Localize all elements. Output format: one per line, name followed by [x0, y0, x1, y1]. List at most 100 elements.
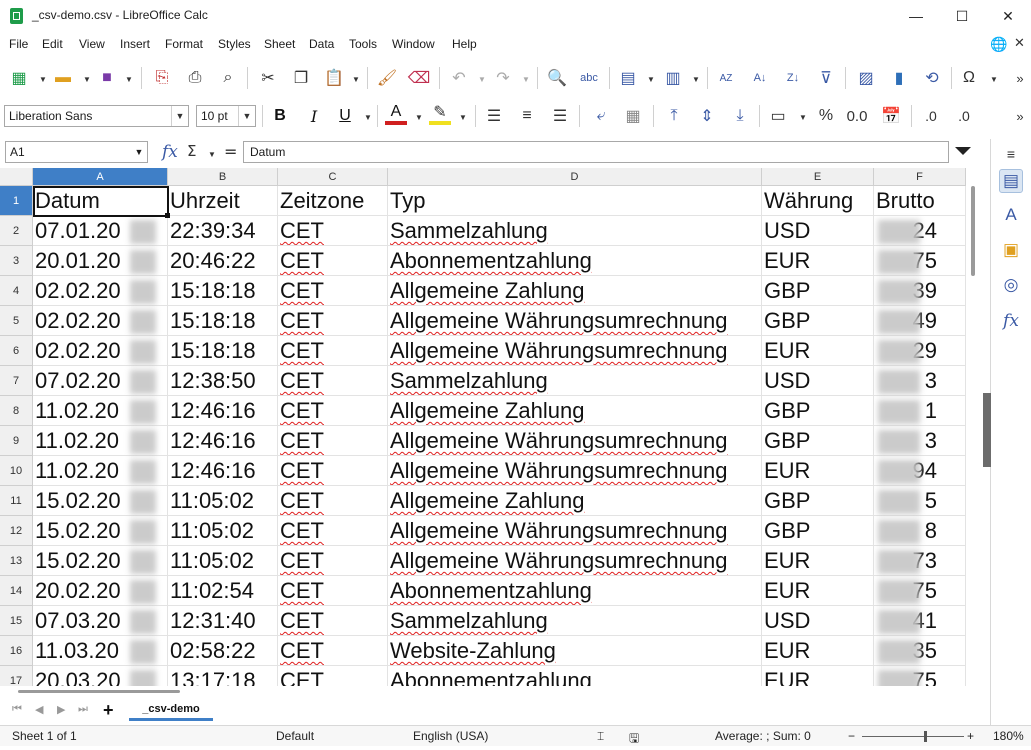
fill-handle[interactable]: [165, 213, 170, 218]
save-icon[interactable]: ■: [96, 67, 118, 89]
clone-formatting-icon[interactable]: 🖌: [376, 67, 398, 89]
cell-e14[interactable]: EUR: [762, 576, 874, 606]
cell-e3[interactable]: EUR: [762, 246, 874, 276]
cell-b8[interactable]: 12:46:16: [168, 396, 278, 426]
export-pdf-icon[interactable]: ⎘: [151, 67, 173, 89]
row-header-12[interactable]: 12: [0, 516, 33, 546]
font-size-combo[interactable]: 10 pt ▼: [196, 105, 256, 127]
functions-icon[interactable]: fx: [999, 309, 1023, 333]
menu-format[interactable]: Format: [165, 37, 203, 51]
sort-ascending-icon[interactable]: A↓: [749, 67, 771, 89]
align-center-icon[interactable]: ≡: [516, 105, 538, 127]
cell-c1[interactable]: Zeitzone: [278, 186, 388, 216]
chevron-down-icon[interactable]: ▼: [83, 75, 91, 84]
sort-icon[interactable]: AZ: [715, 67, 737, 89]
row-header-14[interactable]: 14: [0, 576, 33, 606]
cell-d9[interactable]: Allgemeine Währungsumrechnung: [388, 426, 762, 456]
chevron-down-icon[interactable]: ▼: [522, 75, 530, 84]
cell-d11[interactable]: Allgemeine Zahlung: [388, 486, 762, 516]
more-options-icon[interactable]: »: [1009, 105, 1031, 127]
chevron-down-icon[interactable]: ▼: [125, 75, 133, 84]
row-icon[interactable]: ▤: [617, 67, 639, 89]
cell-e7[interactable]: USD: [762, 366, 874, 396]
merge-cells-icon[interactable]: ▦: [622, 105, 644, 127]
chevron-down-icon[interactable]: ▼: [364, 113, 372, 122]
styles-icon[interactable]: A: [999, 203, 1023, 227]
clear-formatting-icon[interactable]: ⌫: [408, 67, 431, 89]
cell-c15[interactable]: CET: [278, 606, 388, 636]
cell-d14[interactable]: Abonnementzahlung: [388, 576, 762, 606]
gallery-icon[interactable]: ▣: [999, 238, 1023, 262]
cell-c13[interactable]: CET: [278, 546, 388, 576]
next-sheet-icon[interactable]: ▶: [57, 703, 65, 716]
cell-b7[interactable]: 12:38:50: [168, 366, 278, 396]
special-character-icon[interactable]: Ω: [958, 67, 980, 89]
sidebar-collapse-handle[interactable]: [983, 393, 991, 467]
cell-d15[interactable]: Sammelzahlung: [388, 606, 762, 636]
italic-button[interactable]: I: [303, 105, 325, 127]
cell-b14[interactable]: 11:02:54: [168, 576, 278, 606]
minimize-button[interactable]: —: [893, 0, 939, 32]
date-format-icon[interactable]: 📅: [880, 105, 902, 127]
expand-formula-icon[interactable]: [955, 147, 971, 155]
chevron-down-icon[interactable]: ▼: [171, 106, 188, 126]
cell-b13[interactable]: 11:05:02: [168, 546, 278, 576]
last-sheet-icon[interactable]: ⏭: [78, 703, 88, 716]
sidebar-menu-icon[interactable]: ≡: [999, 142, 1023, 166]
highlight-color-icon[interactable]: ✎: [429, 103, 451, 125]
menu-data[interactable]: Data: [309, 37, 334, 51]
close-button[interactable]: ✕: [985, 0, 1031, 32]
cell-d8[interactable]: Allgemeine Zahlung: [388, 396, 762, 426]
underline-button[interactable]: U: [334, 105, 356, 127]
center-vertically-icon[interactable]: ⇕: [696, 105, 718, 127]
number-format-button[interactable]: 0.0: [846, 105, 868, 127]
pivot-table-icon[interactable]: ⟲: [921, 67, 943, 89]
menu-styles[interactable]: Styles: [218, 37, 251, 51]
sum-icon[interactable]: Σ: [187, 142, 196, 160]
font-name-combo[interactable]: Liberation Sans ▼: [4, 105, 189, 127]
menu-view[interactable]: View: [79, 37, 105, 51]
row-header-6[interactable]: 6: [0, 336, 33, 366]
cell-e9[interactable]: GBP: [762, 426, 874, 456]
cell-c10[interactable]: CET: [278, 456, 388, 486]
cell-d1[interactable]: Typ: [388, 186, 762, 216]
cut-icon[interactable]: ✂: [257, 67, 279, 89]
wrap-text-icon[interactable]: ⤶: [590, 105, 612, 127]
cell-e4[interactable]: GBP: [762, 276, 874, 306]
currency-format-icon[interactable]: ▭: [767, 105, 789, 127]
column-header-c[interactable]: C: [278, 168, 388, 186]
cell-c3[interactable]: CET: [278, 246, 388, 276]
chevron-down-icon[interactable]: ▼: [238, 106, 255, 126]
cell-d3[interactable]: Abonnementzahlung: [388, 246, 762, 276]
zoom-in-button[interactable]: +: [967, 729, 974, 743]
cell-c5[interactable]: CET: [278, 306, 388, 336]
column-header-b[interactable]: B: [168, 168, 278, 186]
print-preview-icon[interactable]: ⌕: [217, 67, 239, 89]
row-header-17[interactable]: 17: [0, 666, 33, 686]
globe-icon[interactable]: 🌐: [990, 36, 1007, 53]
row-header-13[interactable]: 13: [0, 546, 33, 576]
cell-b11[interactable]: 11:05:02: [168, 486, 278, 516]
percent-format-button[interactable]: %: [815, 105, 837, 127]
column-header-e[interactable]: E: [762, 168, 874, 186]
cell-e13[interactable]: EUR: [762, 546, 874, 576]
cell-c4[interactable]: CET: [278, 276, 388, 306]
menu-tools[interactable]: Tools: [349, 37, 377, 51]
cell-c14[interactable]: CET: [278, 576, 388, 606]
align-bottom-icon[interactable]: ⤓: [729, 105, 751, 127]
cell-a1[interactable]: Datum: [33, 186, 168, 216]
font-color-icon[interactable]: A: [385, 103, 407, 125]
cell-f1[interactable]: Brutto: [874, 186, 966, 216]
cell-d7[interactable]: Sammelzahlung: [388, 366, 762, 396]
cell-e5[interactable]: GBP: [762, 306, 874, 336]
cell-b16[interactable]: 02:58:22: [168, 636, 278, 666]
chevron-down-icon[interactable]: ▼: [415, 113, 423, 122]
cell-c8[interactable]: CET: [278, 396, 388, 426]
chevron-down-icon[interactable]: ▼: [692, 75, 700, 84]
cell-c16[interactable]: CET: [278, 636, 388, 666]
row-header-10[interactable]: 10: [0, 456, 33, 486]
cell-d5[interactable]: Allgemeine Währungsumrechnung: [388, 306, 762, 336]
scrollbar-thumb[interactable]: [971, 186, 975, 276]
cell-d13[interactable]: Allgemeine Währungsumrechnung: [388, 546, 762, 576]
open-folder-icon[interactable]: ▬: [52, 67, 74, 89]
